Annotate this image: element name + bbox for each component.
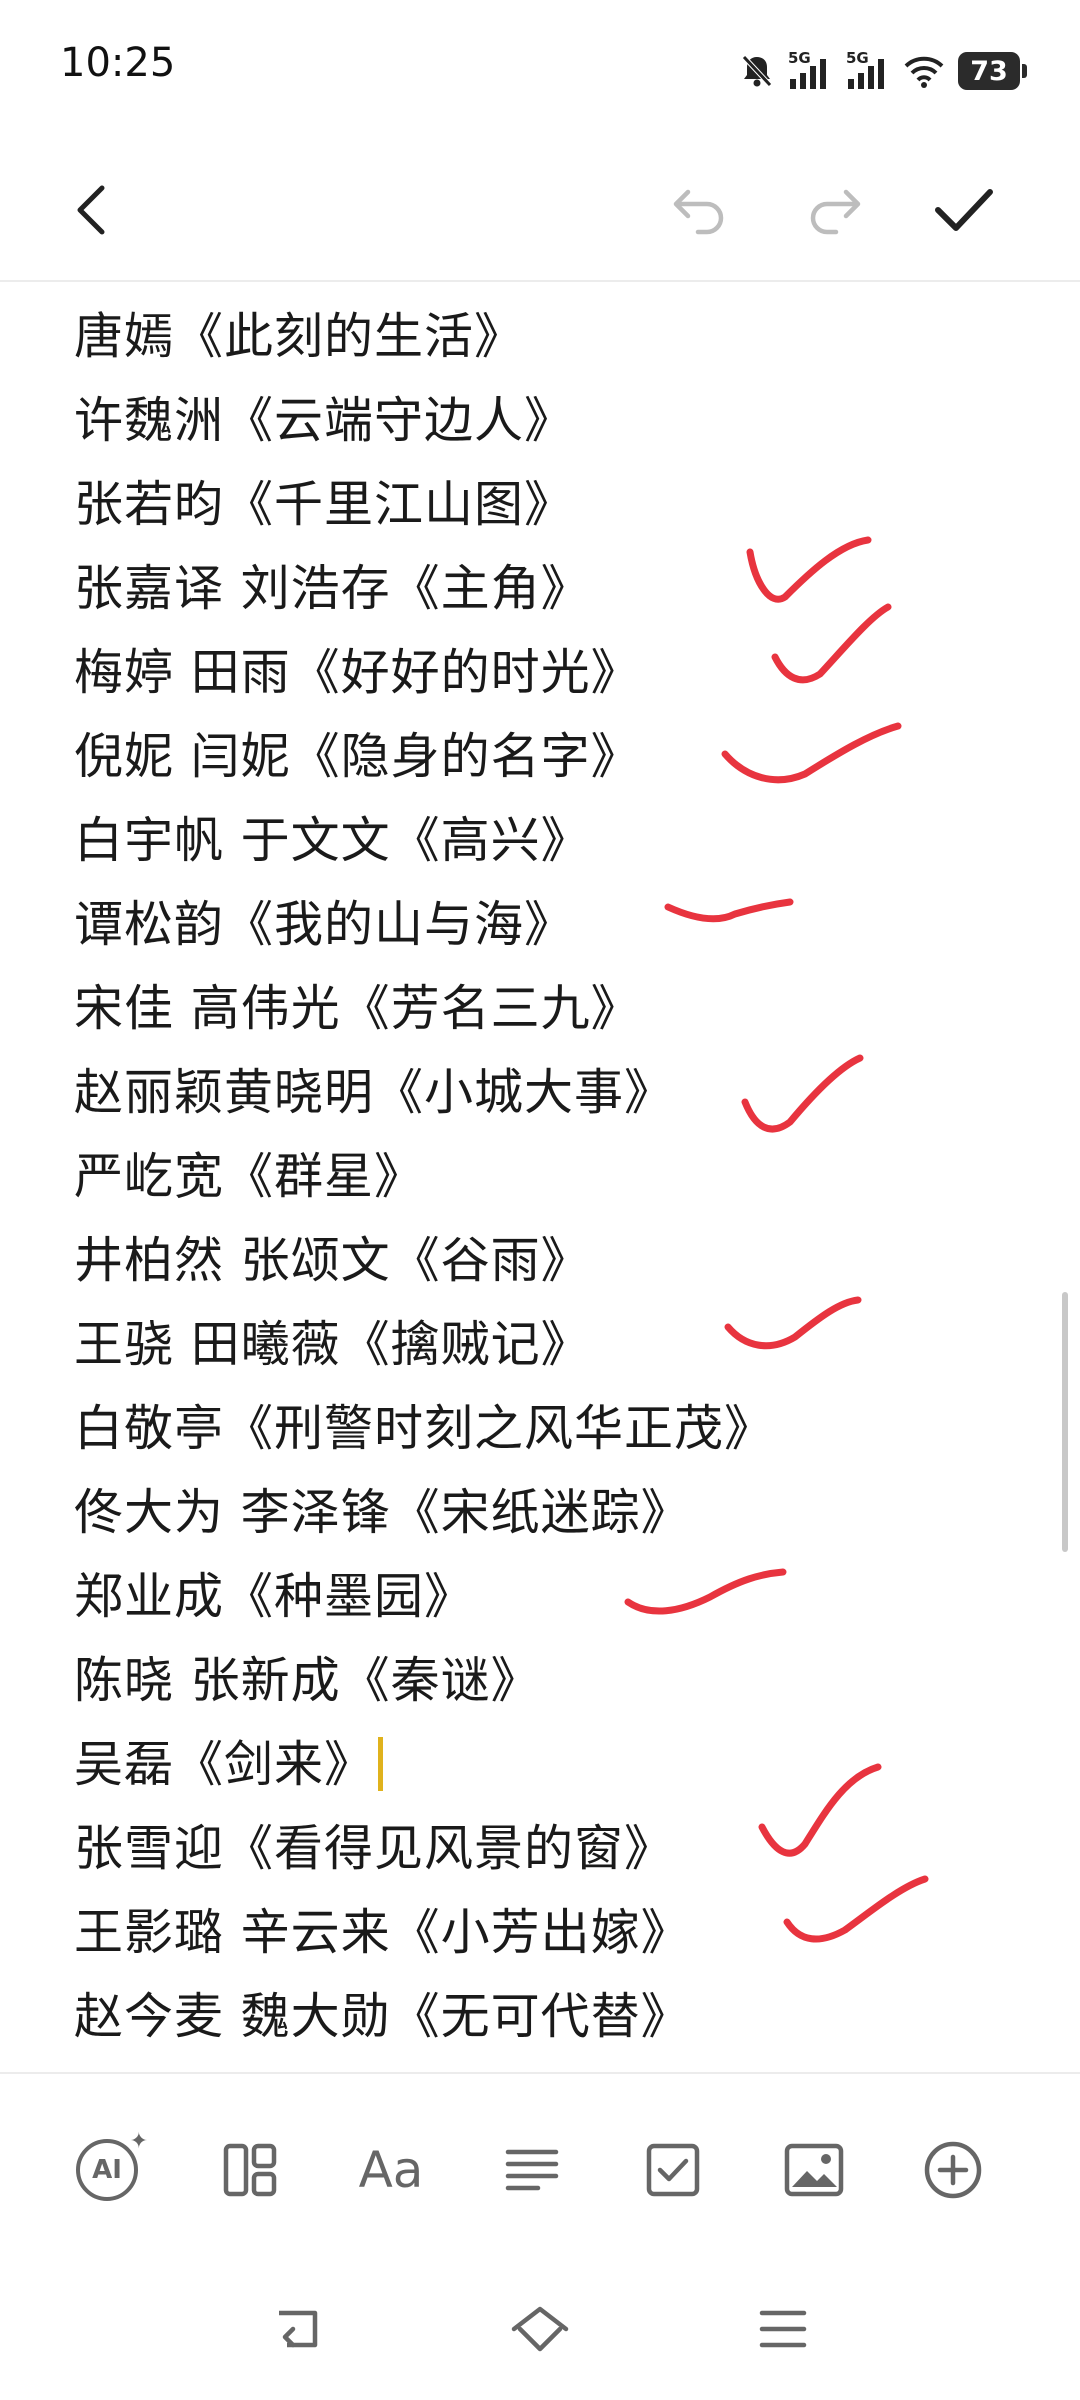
format-toolbar: AI ✦ Aa xyxy=(0,2080,1080,2260)
note-line-clipped xyxy=(74,282,91,300)
align-icon[interactable] xyxy=(487,2125,577,2215)
note-line[interactable]: 严屹宽《群星》 xyxy=(74,1146,424,1208)
check-mark xyxy=(624,1568,787,1615)
note-line[interactable]: 倪妮 闫妮《隐身的名字》 xyxy=(74,726,641,788)
signal-network-label: 5G xyxy=(846,49,869,67)
note-line[interactable]: 白宇帆 于文文《高兴》 xyxy=(74,810,591,872)
redo-icon[interactable] xyxy=(794,170,874,250)
back-arrow-icon[interactable] xyxy=(52,170,132,250)
sparkle-icon: ✦ xyxy=(129,2129,148,2154)
note-content[interactable]: 唐嫣《此刻的生活》 许魏洲《云端守边人》 张若昀《千里江山图》 张嘉译 刘浩存《… xyxy=(0,282,1080,2072)
toolbar-divider xyxy=(0,2072,1080,2074)
wifi-icon xyxy=(904,54,944,88)
editor-header xyxy=(0,140,1080,280)
nav-menu-icon[interactable] xyxy=(738,2284,828,2374)
status-icons: 5G 5G 73 xyxy=(740,46,1027,96)
note-line[interactable]: 唐嫣《此刻的生活》 xyxy=(74,306,524,368)
ai-label: AI xyxy=(92,2155,122,2185)
note-line[interactable]: 王影璐 辛云来《小芳出嫁》 xyxy=(74,1902,691,1964)
checklist-icon[interactable] xyxy=(628,2125,718,2215)
signal-5g-icon: 5G xyxy=(846,49,890,91)
signal-network-label: 5G xyxy=(788,49,811,67)
note-line[interactable]: 梅婷 田雨《好好的时光》 xyxy=(74,642,641,704)
check-mark xyxy=(741,1054,864,1133)
system-nav-bar xyxy=(0,2260,1080,2400)
text-format-icon[interactable]: Aa xyxy=(346,2125,436,2215)
status-bar: 10:25 5G 5G 73 xyxy=(0,0,1080,140)
check-mark xyxy=(746,536,872,603)
text-format-label: Aa xyxy=(358,2141,424,2199)
check-mark xyxy=(721,722,902,784)
checkmark-icon[interactable] xyxy=(924,170,1004,250)
check-mark xyxy=(724,1296,862,1350)
undo-icon[interactable] xyxy=(660,170,740,250)
note-line[interactable]: 许魏洲《云端守边人》 xyxy=(74,390,574,452)
check-mark xyxy=(771,603,892,684)
note-line[interactable]: 谭松韵《我的山与海》 xyxy=(74,894,574,956)
note-line[interactable]: 张若昀《千里江山图》 xyxy=(74,474,574,536)
nav-back-icon[interactable] xyxy=(252,2284,342,2374)
note-line[interactable]: 赵丽颖黄晓明《小城大事》 xyxy=(74,1062,674,1124)
note-line[interactable]: 佟大为 李泽锋《宋纸迷踪》 xyxy=(74,1482,691,1544)
signal-5g-icon: 5G xyxy=(788,49,832,91)
note-line[interactable]: 张雪迎《看得见风景的窗》 xyxy=(74,1818,674,1880)
image-icon[interactable] xyxy=(769,2125,859,2215)
note-line-cursor-row[interactable]: 吴磊《剑来》 xyxy=(74,1734,384,1796)
text-caret xyxy=(378,1736,384,1791)
note-line[interactable]: 吴磊《剑来》 xyxy=(74,1736,374,1793)
note-line[interactable]: 白敬亭《刑警时刻之风华正茂》 xyxy=(74,1398,774,1460)
scrollbar[interactable] xyxy=(1062,1292,1068,1552)
layout-template-icon[interactable] xyxy=(205,2125,295,2215)
note-line[interactable]: 井柏然 张颂文《谷雨》 xyxy=(74,1230,591,1292)
note-line[interactable]: 赵今麦 魏大勋《无可代替》 xyxy=(74,1986,691,2048)
note-line[interactable]: 王骁 田曦薇《擒贼记》 xyxy=(74,1314,591,1376)
ai-assistant-icon[interactable]: AI ✦ xyxy=(62,2125,152,2215)
note-line[interactable]: 郑业成《种墨园》 xyxy=(74,1566,474,1628)
mute-bell-icon xyxy=(740,53,774,89)
battery-icon: 73 xyxy=(958,52,1027,90)
note-line[interactable]: 陈晓 张新成《秦谜》 xyxy=(74,1650,541,1712)
note-line[interactable]: 宋佳 高伟光《芳名三九》 xyxy=(74,978,641,1040)
note-line[interactable]: 张嘉译 刘浩存《主角》 xyxy=(74,558,591,620)
status-time: 10:25 xyxy=(60,40,176,86)
check-mark xyxy=(783,1875,929,1943)
check-mark xyxy=(664,898,794,923)
check-mark xyxy=(758,1763,882,1857)
nav-home-icon[interactable] xyxy=(495,2284,585,2374)
add-icon[interactable] xyxy=(908,2125,998,2215)
